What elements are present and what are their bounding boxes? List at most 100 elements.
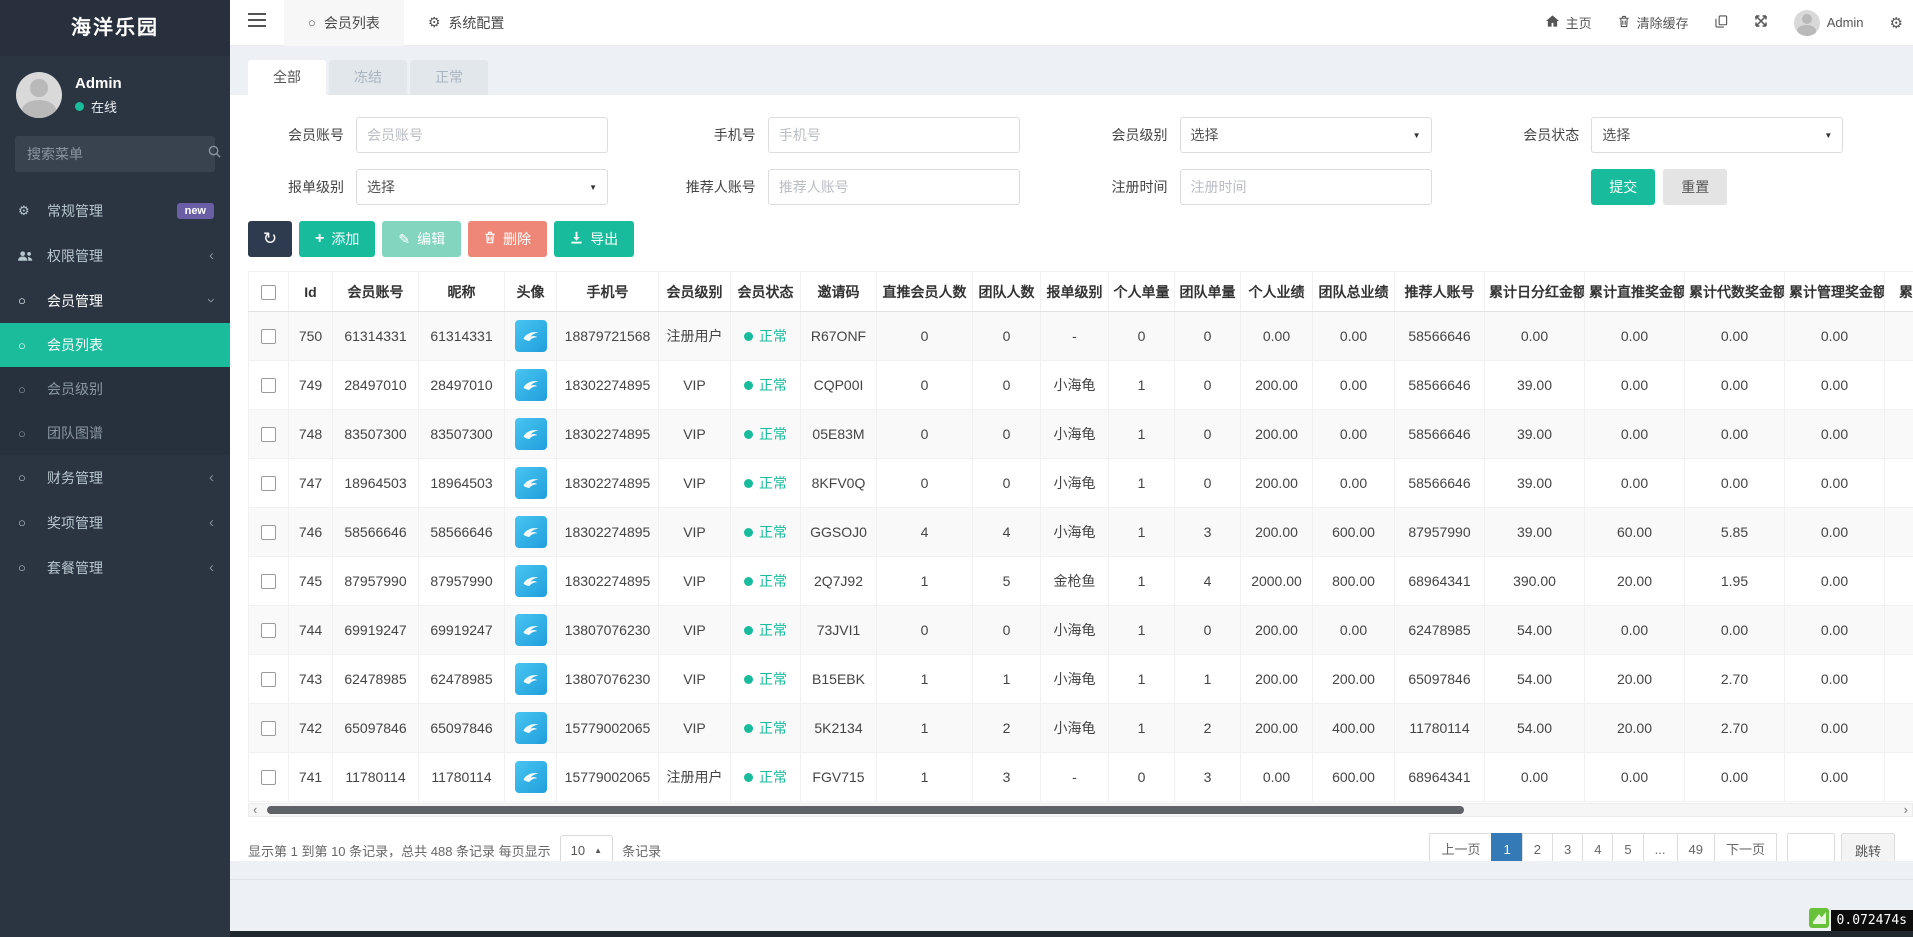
sidebar-item-label: 权限管理 (47, 246, 209, 266)
hamburger-icon (248, 13, 266, 32)
row-checkbox[interactable] (261, 672, 276, 687)
download-icon (570, 231, 583, 247)
table-row: 742650978466509784615779002065VIP正常5K213… (249, 704, 1913, 753)
add-button[interactable]: + 添加 (299, 221, 375, 257)
jump-button[interactable]: 跳转 (1841, 833, 1895, 861)
member-avatar (515, 418, 547, 450)
sidebar-item-general[interactable]: ⚙ 常规管理 new (0, 188, 230, 233)
column-header-level: 会员级别 (659, 272, 731, 312)
sidebar-item-finance[interactable]: ○ 财务管理 ‹ (0, 455, 230, 500)
status-dot-icon (744, 577, 753, 586)
page-button-4[interactable]: 4 (1582, 833, 1613, 861)
cell-order_level: 小海龟 (1041, 459, 1109, 508)
menu-search-box[interactable] (15, 136, 215, 172)
sidebar-item-members[interactable]: ○ 会员管理 › (0, 278, 230, 323)
phone-input[interactable] (768, 117, 1020, 153)
jump-page-input[interactable] (1787, 833, 1835, 861)
sidebar-toggle-button[interactable] (230, 0, 284, 46)
page-button-49[interactable]: 49 (1677, 833, 1715, 861)
select-all-checkbox[interactable] (261, 285, 276, 300)
cell-avatar (505, 410, 557, 459)
page-button-下一页[interactable]: 下一页 (1714, 833, 1777, 861)
fullscreen-button[interactable] (1754, 14, 1768, 31)
page-button-1[interactable]: 1 (1491, 833, 1522, 861)
member-level-select[interactable]: 选择 ▼ (1180, 117, 1432, 153)
cell-status: 正常 (731, 410, 801, 459)
page-size-select[interactable]: 10 ▲ (560, 835, 613, 862)
circle-icon: ○ (18, 470, 47, 485)
status-tab-all[interactable]: 全部 (248, 60, 326, 95)
refresh-button[interactable]: ↻ (248, 221, 292, 257)
member-status-select[interactable]: 选择 ▼ (1591, 117, 1843, 153)
cell-invite_code: FGV715 (801, 753, 877, 802)
cell-avatar (505, 606, 557, 655)
cell-direct_members: 4 (877, 508, 973, 557)
tab-system-config[interactable]: ⚙ 系统配置 (404, 0, 529, 46)
row-checkbox[interactable] (261, 525, 276, 540)
filter-form: 会员账号 手机号 会员级别 选择 ▼ 会员状态 选 (248, 117, 1913, 205)
account-input[interactable] (356, 117, 608, 153)
row-checkbox[interactable] (261, 623, 276, 638)
scrollbar-thumb[interactable] (267, 806, 1464, 814)
horizontal-scrollbar[interactable]: ‹ › (248, 803, 1913, 817)
row-checkbox[interactable] (261, 378, 276, 393)
cell-partial (1885, 557, 1913, 606)
user-menu[interactable]: Admin (1794, 10, 1864, 36)
scroll-left-icon[interactable]: ‹ (253, 801, 257, 819)
reg-time-input[interactable] (1180, 169, 1432, 205)
circle-icon: ○ (18, 560, 47, 575)
table-row: 743624789856247898513807076230VIP正常B15EB… (249, 655, 1913, 704)
row-checkbox[interactable] (261, 770, 276, 785)
sidebar-item-member-list[interactable]: ○ 会员列表 (0, 323, 230, 367)
cell-team_members: 0 (973, 459, 1041, 508)
reset-button[interactable]: 重置 (1663, 169, 1727, 205)
status-tab-normal[interactable]: 正常 (410, 60, 488, 95)
row-checkbox[interactable] (261, 427, 276, 442)
cell-phone: 13807076230 (557, 655, 659, 704)
cell-personal_orders: 1 (1109, 655, 1175, 704)
row-checkbox[interactable] (261, 574, 276, 589)
cell-total_direct_bonus: 0.00 (1585, 753, 1685, 802)
referrer-input[interactable] (768, 169, 1020, 205)
row-checkbox[interactable] (261, 476, 276, 491)
status-tab-frozen[interactable]: 冻结 (329, 60, 407, 95)
export-button[interactable]: 导出 (554, 221, 634, 257)
page-button-上一页[interactable]: 上一页 (1429, 833, 1492, 861)
cell-personal_perf: 200.00 (1241, 361, 1313, 410)
tab-member-list[interactable]: ○ 会员列表 (284, 0, 404, 46)
status-badge: 正常 (744, 718, 787, 738)
cell-direct_members: 1 (877, 655, 973, 704)
sidebar-item-awards[interactable]: ○ 奖项管理 ‹ (0, 500, 230, 545)
user-name: Admin (75, 75, 122, 92)
page-button-2[interactable]: 2 (1522, 833, 1553, 861)
clear-cache-button[interactable]: 清除缓存 (1618, 13, 1689, 32)
scroll-right-icon[interactable]: › (1904, 801, 1908, 819)
sidebar-item-permissions[interactable]: 权限管理 ‹ (0, 233, 230, 278)
cell-total_dividend: 54.00 (1485, 606, 1585, 655)
menu-search-input[interactable] (27, 146, 208, 162)
cell-personal_perf: 0.00 (1241, 312, 1313, 361)
copy-button[interactable] (1715, 15, 1728, 31)
submit-button[interactable]: 提交 (1591, 169, 1655, 205)
page-button-3[interactable]: 3 (1552, 833, 1583, 861)
page-button-5[interactable]: 5 (1612, 833, 1643, 861)
sidebar-item-team-graph[interactable]: ○ 团队图谱 (0, 411, 230, 455)
edit-button[interactable]: ✎ 编辑 (382, 221, 461, 257)
row-checkbox[interactable] (261, 329, 276, 344)
main-area: ○ 会员列表 ⚙ 系统配置 主页 清除缓存 (230, 0, 1913, 937)
order-level-select[interactable]: 选择 ▼ (356, 169, 608, 205)
home-button[interactable]: 主页 (1546, 13, 1592, 32)
row-checkbox[interactable] (261, 721, 276, 736)
sidebar-item-packages[interactable]: ○ 套餐管理 ‹ (0, 545, 230, 590)
cell-referrer: 11780114 (1395, 704, 1485, 753)
settings-button[interactable]: ⚙ (1890, 14, 1903, 32)
cell-total_gen_bonus: 0.00 (1685, 606, 1785, 655)
cell-status: 正常 (731, 606, 801, 655)
cell-total_direct_bonus: 60.00 (1585, 508, 1685, 557)
cell-direct_members: 1 (877, 557, 973, 606)
online-dot-icon (75, 102, 84, 111)
cell-avatar (505, 508, 557, 557)
delete-button[interactable]: 删除 (468, 221, 547, 257)
sidebar-item-member-level[interactable]: ○ 会员级别 (0, 367, 230, 411)
page-button-...[interactable]: ... (1643, 833, 1678, 861)
